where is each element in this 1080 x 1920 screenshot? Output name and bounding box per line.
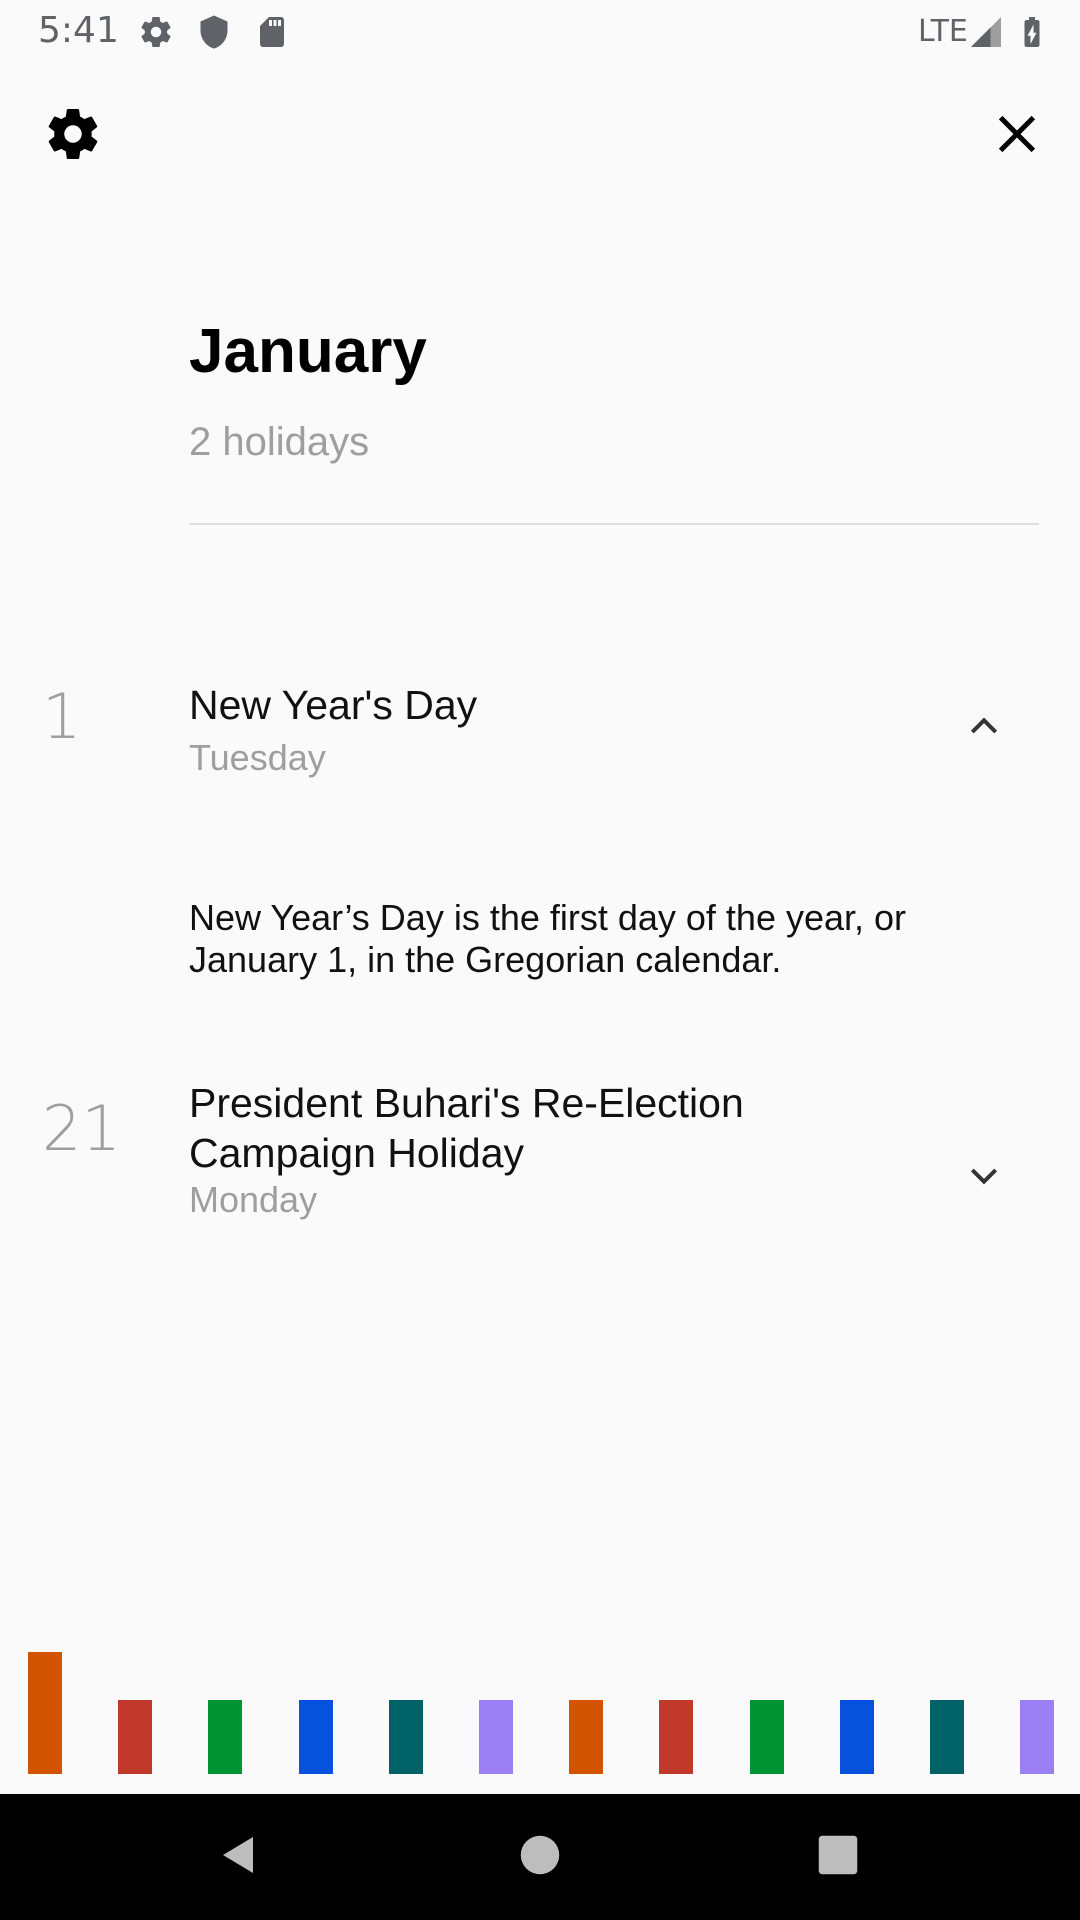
recents-button[interactable]: [805, 1824, 871, 1890]
month-bar-1[interactable]: [28, 1652, 62, 1774]
holiday-item-buhari-campaign[interactable]: 21 President Buhari's Re-Election Campai…: [0, 1070, 1080, 1230]
navigation-bar: [0, 1794, 1080, 1920]
holiday-name: President Buhari's Re-Election Campaign …: [189, 1080, 744, 1176]
home-button[interactable]: [507, 1824, 573, 1890]
settings-button[interactable]: [37, 100, 109, 172]
expand-button[interactable]: [956, 1149, 1012, 1205]
month-bar-4[interactable]: [299, 1700, 333, 1774]
month-bar-10[interactable]: [840, 1700, 874, 1774]
month-bar-12[interactable]: [1020, 1700, 1054, 1774]
status-time: 5:41: [38, 10, 119, 51]
chevron-down-icon: [964, 1155, 1004, 1200]
collapse-button[interactable]: [956, 701, 1012, 757]
holiday-weekday: Tuesday: [189, 737, 326, 778]
battery-charging-icon: [1014, 14, 1050, 50]
month-bar-6[interactable]: [479, 1700, 513, 1774]
holiday-item-new-years-day[interactable]: 1 New Year's Day Tuesday: [0, 660, 1080, 800]
holiday-count: 2 holidays: [189, 420, 370, 464]
holiday-day-number: 21: [42, 1092, 121, 1165]
month-bar-9[interactable]: [750, 1700, 784, 1774]
gear-icon: [43, 104, 103, 169]
holiday-description: New Year’s Day is the first day of the y…: [189, 897, 907, 980]
sd-card-icon: [254, 14, 290, 50]
month-bar-3[interactable]: [208, 1700, 242, 1774]
month-bar-8[interactable]: [659, 1700, 693, 1774]
month-bar-7[interactable]: [569, 1700, 603, 1774]
month-bar-2[interactable]: [118, 1700, 152, 1774]
holiday-name: New Year's Day: [189, 682, 478, 728]
header-divider: [189, 523, 1039, 525]
back-icon: [215, 1831, 263, 1884]
month-bar-11[interactable]: [930, 1700, 964, 1774]
chevron-up-icon: [964, 707, 1004, 752]
month-title: January: [189, 317, 427, 386]
home-icon: [519, 1834, 561, 1881]
shield-icon: [196, 14, 232, 50]
recents-icon: [817, 1834, 859, 1881]
status-bar: 5:41 LTE: [0, 0, 1080, 64]
close-button[interactable]: [981, 100, 1053, 172]
signal-icon: [968, 14, 1004, 50]
holiday-weekday: Monday: [189, 1179, 318, 1220]
month-selector: [0, 1640, 1080, 1774]
gear-icon: [138, 14, 174, 50]
close-icon: [992, 109, 1042, 164]
network-type: LTE: [918, 14, 968, 49]
holiday-day-number: 1: [42, 680, 82, 753]
month-bar-5[interactable]: [389, 1700, 423, 1774]
back-button[interactable]: [206, 1824, 272, 1890]
